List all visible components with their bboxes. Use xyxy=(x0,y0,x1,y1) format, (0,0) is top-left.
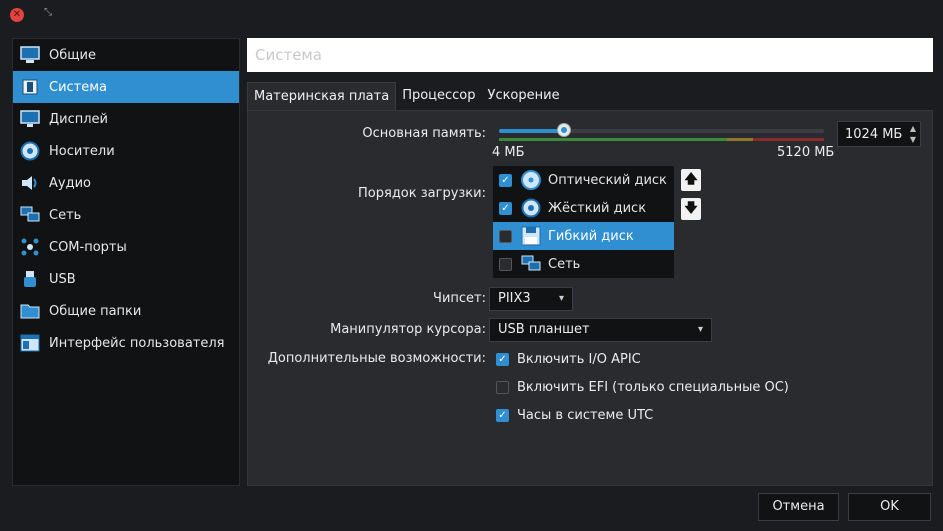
scale-yellow-segment xyxy=(726,138,753,141)
sidebar-item-label: COM-порты xyxy=(49,239,127,255)
settings-sidebar: Общие Система Дисплей Носители Аудио Сет… xyxy=(12,38,240,486)
tab-bar: Материнская плата Процессор Ускорение xyxy=(247,82,566,111)
spin-up-icon[interactable]: ▲ xyxy=(910,124,916,133)
scale-red-segment xyxy=(752,138,824,141)
tab-motherboard[interactable]: Материнская плата xyxy=(247,82,397,111)
chip-system-icon xyxy=(19,76,41,98)
pointing-device-value: USB планшет xyxy=(498,322,590,337)
base-memory-label: Основная память: xyxy=(362,126,486,141)
monitor-general-icon xyxy=(19,44,41,66)
boot-hdd-checkbox[interactable]: ✓ xyxy=(499,201,512,215)
sidebar-item-label: Интерфейс пользователя xyxy=(49,335,225,351)
boot-item-optical[interactable]: ✓ Оптический диск xyxy=(493,166,674,194)
display-icon xyxy=(19,108,41,130)
user-interface-icon xyxy=(19,332,41,354)
serial-port-icon xyxy=(19,236,41,258)
tab-acceleration[interactable]: Ускорение xyxy=(482,82,566,110)
boot-item-network[interactable]: Сеть xyxy=(493,250,674,278)
settings-content: Система Материнская плата Процессор Уско… xyxy=(247,38,933,486)
boot-item-label: Гибкий диск xyxy=(548,228,634,244)
memory-min-label: 4 МБ xyxy=(492,145,525,160)
boot-order-label: Порядок загрузки: xyxy=(358,186,486,201)
network-icon xyxy=(520,253,542,275)
chipset-value: PIIX3 xyxy=(498,291,531,306)
sidebar-item-usb[interactable]: USB xyxy=(13,263,239,295)
sidebar-item-label: Общие xyxy=(49,47,96,63)
sidebar-item-label: Общие папки xyxy=(49,303,142,319)
memory-slider-fill xyxy=(499,129,564,133)
hard-disk-icon xyxy=(520,197,542,219)
network-icon xyxy=(19,204,41,226)
usb-icon xyxy=(19,268,41,290)
sidebar-item-label: Дисплей xyxy=(49,111,109,127)
cancel-button[interactable]: Отмена xyxy=(758,493,839,521)
boot-order-list: ✓ Оптический диск ✓ Жёсткий диск Гибкий … xyxy=(493,166,674,278)
sidebar-item-display[interactable]: Дисплей xyxy=(13,103,239,135)
sidebar-item-audio[interactable]: Аудио xyxy=(13,167,239,199)
boot-item-label: Сеть xyxy=(548,256,581,272)
chipset-select[interactable]: PIIX3 ▾ xyxy=(489,287,573,311)
arrow-down-icon[interactable]: 🡇 xyxy=(681,198,701,220)
scale-green-segment xyxy=(499,138,727,141)
utc-checkbox[interactable]: ✓ xyxy=(496,409,509,422)
boot-floppy-checkbox[interactable] xyxy=(499,229,512,243)
boot-item-floppy[interactable]: Гибкий диск xyxy=(493,222,674,250)
sidebar-item-com-ports[interactable]: COM-порты xyxy=(13,231,239,263)
page-title: Система xyxy=(247,38,933,72)
sidebar-item-shared-folders[interactable]: Общие папки xyxy=(13,295,239,327)
sidebar-item-label: USB xyxy=(49,271,76,287)
close-icon[interactable]: ✕ xyxy=(10,8,24,22)
sidebar-item-label: Носители xyxy=(49,143,115,159)
tab-processor[interactable]: Процессор xyxy=(396,82,481,110)
feature-efi[interactable]: Включить EFI (только специальные ОС) xyxy=(496,380,789,395)
shared-folder-icon xyxy=(19,300,41,322)
sidebar-item-label: Система xyxy=(49,79,108,95)
ioapic-checkbox[interactable]: ✓ xyxy=(496,353,509,366)
optical-disc-icon xyxy=(520,169,542,191)
efi-label: Включить EFI (только специальные ОС) xyxy=(517,380,789,395)
memory-slider-scale xyxy=(499,138,824,142)
spin-down-icon[interactable]: ▼ xyxy=(910,135,916,144)
ioapic-label: Включить I/O APIC xyxy=(517,352,641,367)
sidebar-item-system[interactable]: Система xyxy=(13,71,239,103)
memory-value: 1024 МБ xyxy=(845,127,903,142)
feature-utc[interactable]: ✓ Часы в системе UTC xyxy=(496,408,653,423)
sidebar-item-network[interactable]: Сеть xyxy=(13,199,239,231)
memory-max-label: 5120 МБ xyxy=(777,145,835,160)
feature-ioapic[interactable]: ✓ Включить I/O APIC xyxy=(496,352,641,367)
chevron-down-icon: ▾ xyxy=(697,324,703,335)
ok-button[interactable]: OK xyxy=(848,493,931,521)
memory-slider-handle[interactable] xyxy=(557,123,571,137)
memory-slider[interactable] xyxy=(499,123,824,137)
floppy-disk-icon xyxy=(520,225,542,247)
boot-item-label: Жёсткий диск xyxy=(548,200,647,216)
pointing-device-select[interactable]: USB планшет ▾ xyxy=(489,318,712,342)
boot-network-checkbox[interactable] xyxy=(499,257,512,271)
chevron-down-icon: ▾ xyxy=(558,293,564,304)
boot-optical-checkbox[interactable]: ✓ xyxy=(499,173,512,187)
chipset-label: Чипсет: xyxy=(433,291,486,306)
sidebar-item-label: Сеть xyxy=(49,207,82,223)
storage-disk-icon xyxy=(19,140,41,162)
sidebar-item-general[interactable]: Общие xyxy=(13,39,239,71)
memory-spinbox[interactable]: 1024 МБ ▲ ▼ xyxy=(837,121,921,147)
boot-item-hdd[interactable]: ✓ Жёсткий диск xyxy=(493,194,674,222)
sidebar-item-label: Аудио xyxy=(49,175,91,191)
extended-features-label: Дополнительные возможности: xyxy=(267,351,486,366)
arrow-up-icon[interactable]: 🡅 xyxy=(681,169,701,191)
utc-label: Часы в системе UTC xyxy=(517,408,654,423)
efi-checkbox[interactable] xyxy=(496,381,509,394)
title-bar: ✕ ⤡ xyxy=(0,0,943,30)
sidebar-item-storage[interactable]: Носители xyxy=(13,135,239,167)
pointing-device-label: Манипулятор курсора: xyxy=(330,322,486,337)
boot-item-label: Оптический диск xyxy=(548,172,667,188)
speaker-icon xyxy=(19,172,41,194)
restore-icon[interactable]: ⤡ xyxy=(44,8,54,18)
sidebar-item-user-interface[interactable]: Интерфейс пользователя xyxy=(13,327,239,359)
